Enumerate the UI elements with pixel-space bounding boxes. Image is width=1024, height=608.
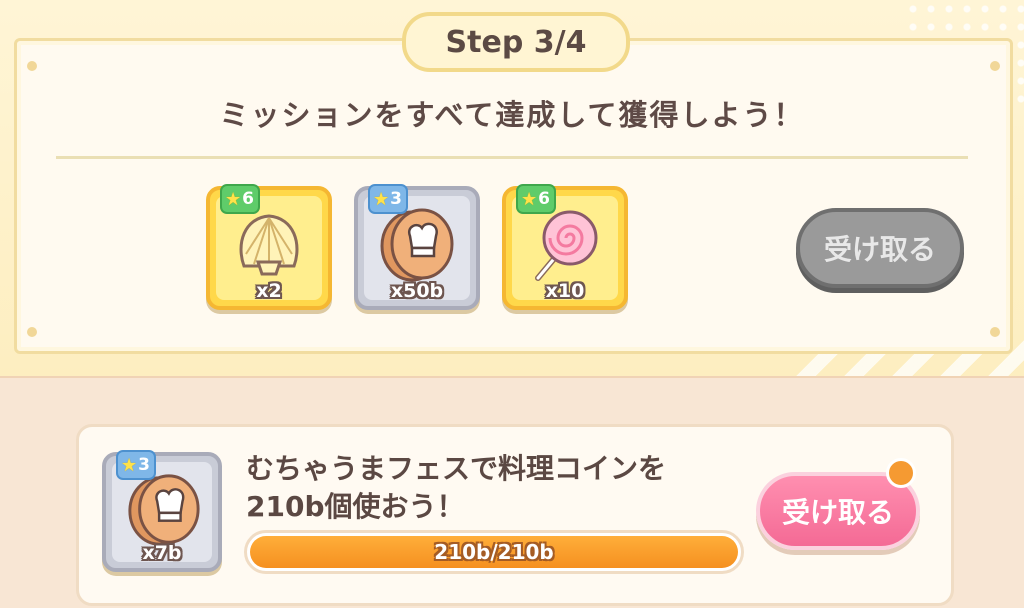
reward-item-scallop[interactable]: ★ 6 x2 (206, 184, 332, 310)
rarity-stars: 6 (242, 189, 254, 209)
rarity-stars: 3 (138, 455, 150, 475)
rarity-badge: ★ 6 (516, 184, 556, 214)
mission-reward-item[interactable]: ★ 3 x7b (102, 450, 222, 572)
rarity-badge: ★ 6 (220, 184, 260, 214)
rarity-badge: ★ 3 (368, 184, 408, 214)
rarity-stars: 3 (390, 189, 402, 209)
rarity-stars: 6 (538, 189, 550, 209)
divider (56, 156, 968, 159)
star-icon: ★ (225, 188, 242, 210)
mission-progress-text: 210b/210b (434, 540, 554, 564)
reward-quantity: x7b (142, 542, 182, 564)
star-icon: ★ (373, 188, 390, 210)
step-indicator: Step 3/4 (402, 12, 630, 72)
rarity-badge: ★ 3 (116, 450, 156, 480)
claim-step-reward-button[interactable]: 受け取る (796, 208, 964, 288)
star-icon: ★ (121, 454, 138, 476)
reward-quantity: x2 (256, 280, 282, 302)
mission-description: むちゃうまフェスで料理コインを210b個使おう！ (246, 452, 667, 523)
corner-dot (990, 327, 1000, 337)
star-icon: ★ (521, 188, 538, 210)
cooking-coin-icon (380, 208, 454, 282)
reward-item-lollipop[interactable]: ★ 6 x10 (502, 184, 628, 310)
corner-dot (990, 61, 1000, 71)
corner-dot (27, 61, 37, 71)
lollipop-icon (535, 210, 598, 281)
scallop-shell-icon (239, 214, 299, 276)
notification-dot (886, 458, 916, 488)
mission-header-text: ミッションをすべて達成して獲得しよう！ (219, 98, 805, 132)
reward-quantity: x10 (545, 280, 585, 302)
reward-item-coin[interactable]: ★ 3 x50b (354, 184, 480, 310)
reward-quantity: x50b (390, 280, 444, 302)
cooking-coin-icon (128, 474, 200, 546)
corner-dot (27, 327, 37, 337)
mission-progress-bar: 210b/210b (244, 530, 744, 574)
